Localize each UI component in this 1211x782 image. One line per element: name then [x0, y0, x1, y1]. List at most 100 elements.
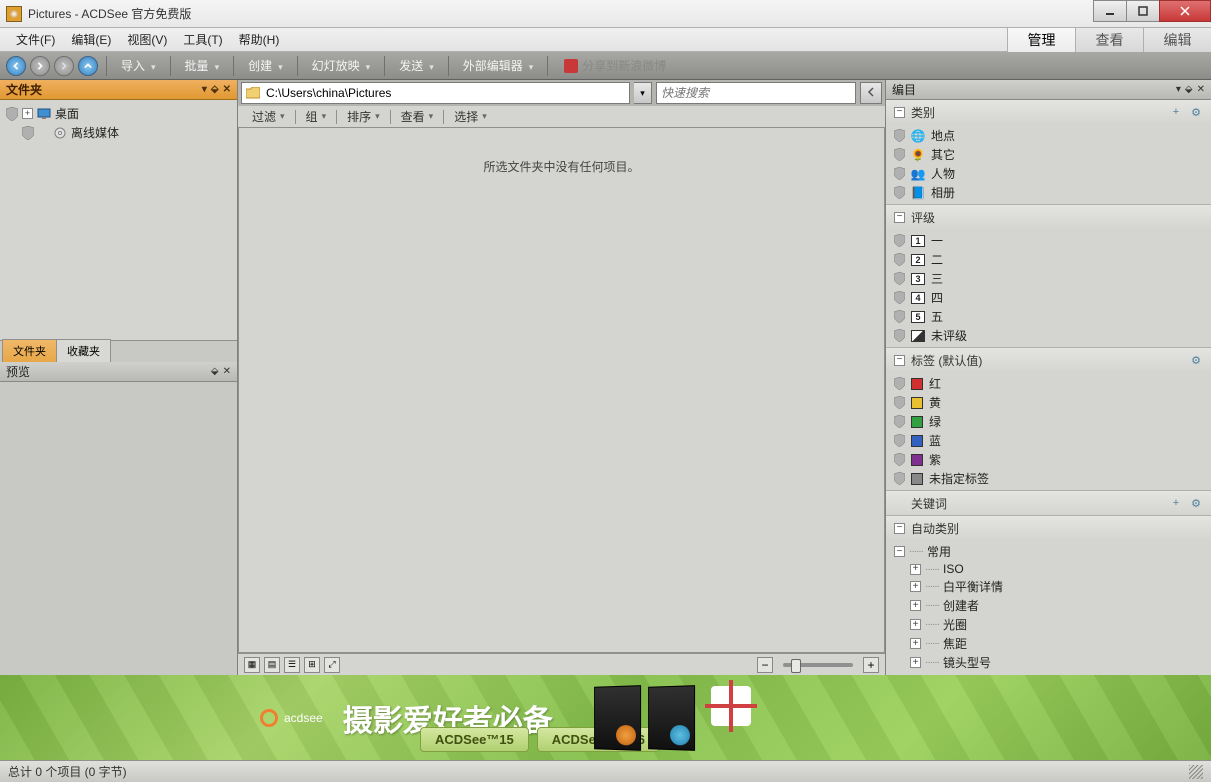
view-mode-icon[interactable]: ☰	[284, 657, 300, 673]
menu-file[interactable]: 文件(F)	[8, 31, 63, 48]
menu-view[interactable]: 视图(V)	[119, 31, 175, 48]
zoom-slider[interactable]	[783, 663, 853, 667]
tag-item[interactable]: 紫	[886, 450, 1211, 469]
toolbar-batch[interactable]: 批量	[179, 57, 226, 74]
menu-tools[interactable]: 工具(T)	[175, 31, 230, 48]
mode-view[interactable]: 查看	[1075, 28, 1143, 52]
rating-item[interactable]: 4四	[886, 288, 1211, 307]
mode-edit[interactable]: 编辑	[1143, 28, 1211, 52]
auto-category-item[interactable]: +······ISO	[910, 561, 1211, 577]
filter-select[interactable]: 选择	[448, 108, 493, 125]
filter-sort[interactable]: 排序	[341, 108, 386, 125]
pin-icon[interactable]: ⬙	[211, 84, 219, 95]
gear-icon[interactable]: ⚙	[1189, 105, 1203, 119]
group-header[interactable]: − 类别 + ⚙	[886, 100, 1211, 124]
plus-icon[interactable]: +	[1169, 496, 1183, 510]
collapse-icon[interactable]: −	[894, 523, 905, 534]
expand-icon[interactable]: +	[22, 108, 33, 119]
minimize-button[interactable]	[1093, 0, 1127, 22]
group-header[interactable]: − 标签 (默认值) ⚙	[886, 348, 1211, 372]
close-panel-icon[interactable]: ✕	[223, 366, 231, 377]
tree-row-desktop[interactable]: + 桌面	[2, 104, 235, 123]
banner-btn-15[interactable]: ACDSee™15	[420, 727, 529, 752]
auto-category-item[interactable]: +······创建者	[910, 596, 1211, 615]
pin-icon[interactable]: ⬙	[1185, 84, 1193, 95]
rating-item[interactable]: 3三	[886, 269, 1211, 288]
toolbar-create[interactable]: 创建	[242, 57, 289, 74]
zoom-out-button[interactable]: −	[757, 657, 773, 673]
auto-category-item[interactable]: +······镜头型号	[910, 653, 1211, 672]
filter-group[interactable]: 组	[300, 108, 333, 125]
collapse-icon[interactable]: −	[894, 355, 905, 366]
menu-help[interactable]: 帮助(H)	[231, 31, 288, 48]
gear-icon[interactable]: ⚙	[1189, 496, 1203, 510]
resize-grip[interactable]	[1189, 765, 1203, 779]
toolbar-send[interactable]: 发送	[393, 57, 440, 74]
tree-row-offline[interactable]: 离线媒体	[2, 123, 235, 142]
expand-icon[interactable]: +	[910, 564, 921, 575]
tag-item[interactable]: 黄	[886, 393, 1211, 412]
nav-forward-button[interactable]	[30, 56, 50, 76]
category-item[interactable]: 🌐地点	[886, 126, 1211, 145]
filter-filter[interactable]: 过滤	[246, 108, 291, 125]
collapse-icon[interactable]: −	[894, 212, 905, 223]
expand-icon[interactable]: +	[910, 657, 921, 668]
gear-icon[interactable]: ⚙	[1189, 353, 1203, 367]
menu-edit[interactable]: 编辑(E)	[63, 31, 119, 48]
pin-icon[interactable]: ⬙	[211, 366, 219, 377]
category-item[interactable]: 👥人物	[886, 164, 1211, 183]
promo-banner[interactable]: acdsee 摄影爱好者必备 ACDSee™15 ACDSee™Pro6	[0, 675, 1211, 760]
content-area[interactable]: 所选文件夹中没有任何项目。	[238, 128, 885, 653]
tag-item[interactable]: 蓝	[886, 431, 1211, 450]
close-panel-icon[interactable]: ✕	[1197, 84, 1205, 95]
expand-icon[interactable]: +	[910, 600, 921, 611]
category-item[interactable]: 🌻其它	[886, 145, 1211, 164]
maximize-button[interactable]	[1126, 0, 1160, 22]
expand-icon[interactable]: +	[910, 581, 921, 592]
expand-icon[interactable]: +	[910, 619, 921, 630]
address-bar[interactable]: C:\Users\china\Pictures	[241, 82, 630, 104]
group-header[interactable]: − 评级	[886, 205, 1211, 229]
view-mode-icon[interactable]: ⊞	[304, 657, 320, 673]
toolbar-external[interactable]: 外部编辑器	[457, 57, 540, 74]
tab-favorites[interactable]: 收藏夹	[56, 339, 111, 362]
rating-item[interactable]: 5五	[886, 307, 1211, 326]
auto-category-item[interactable]: +······焦距	[910, 634, 1211, 653]
toolbar-share[interactable]: 分享到新浪微博	[564, 57, 670, 74]
search-input[interactable]	[656, 82, 856, 104]
group-header[interactable]: − 自动类别	[886, 516, 1211, 540]
auto-category-item[interactable]: +······光圈	[910, 615, 1211, 634]
nav-history-button[interactable]	[54, 56, 74, 76]
tag-item[interactable]: 红	[886, 374, 1211, 393]
expand-icon[interactable]: +	[910, 638, 921, 649]
auto-category-item[interactable]: +······白平衡详情	[910, 577, 1211, 596]
search-button[interactable]	[860, 82, 882, 104]
plus-icon[interactable]: +	[1169, 105, 1183, 119]
address-dropdown[interactable]: ▾	[634, 82, 652, 104]
auto-row-common[interactable]: − ······ 常用	[894, 542, 1211, 561]
nav-back-button[interactable]	[6, 56, 26, 76]
filter-view[interactable]: 查看	[395, 108, 440, 125]
tab-folders[interactable]: 文件夹	[2, 339, 57, 362]
tag-none[interactable]: 未指定标签	[886, 469, 1211, 488]
close-button[interactable]	[1159, 0, 1211, 22]
view-mode-icon[interactable]: ▤	[264, 657, 280, 673]
folder-tree[interactable]: + 桌面 离线媒体	[0, 100, 237, 340]
collapse-icon[interactable]: −	[894, 546, 905, 557]
view-mode-icon[interactable]: ⤢	[324, 657, 340, 673]
collapse-icon[interactable]: −	[894, 107, 905, 118]
zoom-in-button[interactable]: +	[863, 657, 879, 673]
toolbar-import[interactable]: 导入	[115, 57, 162, 74]
nav-up-button[interactable]	[78, 56, 98, 76]
group-header[interactable]: 关键词 + ⚙	[886, 491, 1211, 515]
mode-manage[interactable]: 管理	[1007, 28, 1075, 52]
close-panel-icon[interactable]: ✕	[223, 84, 231, 95]
toolbar-slideshow[interactable]: 幻灯放映	[306, 57, 377, 74]
view-mode-icon[interactable]: ▦	[244, 657, 260, 673]
category-item[interactable]: 📘相册	[886, 183, 1211, 202]
tag-item[interactable]: 绿	[886, 412, 1211, 431]
panel-menu-icon[interactable]: ▾	[1176, 84, 1181, 95]
panel-menu-icon[interactable]: ▾	[202, 84, 207, 95]
rating-item[interactable]: 2二	[886, 250, 1211, 269]
rating-unrated[interactable]: 未评级	[886, 326, 1211, 345]
